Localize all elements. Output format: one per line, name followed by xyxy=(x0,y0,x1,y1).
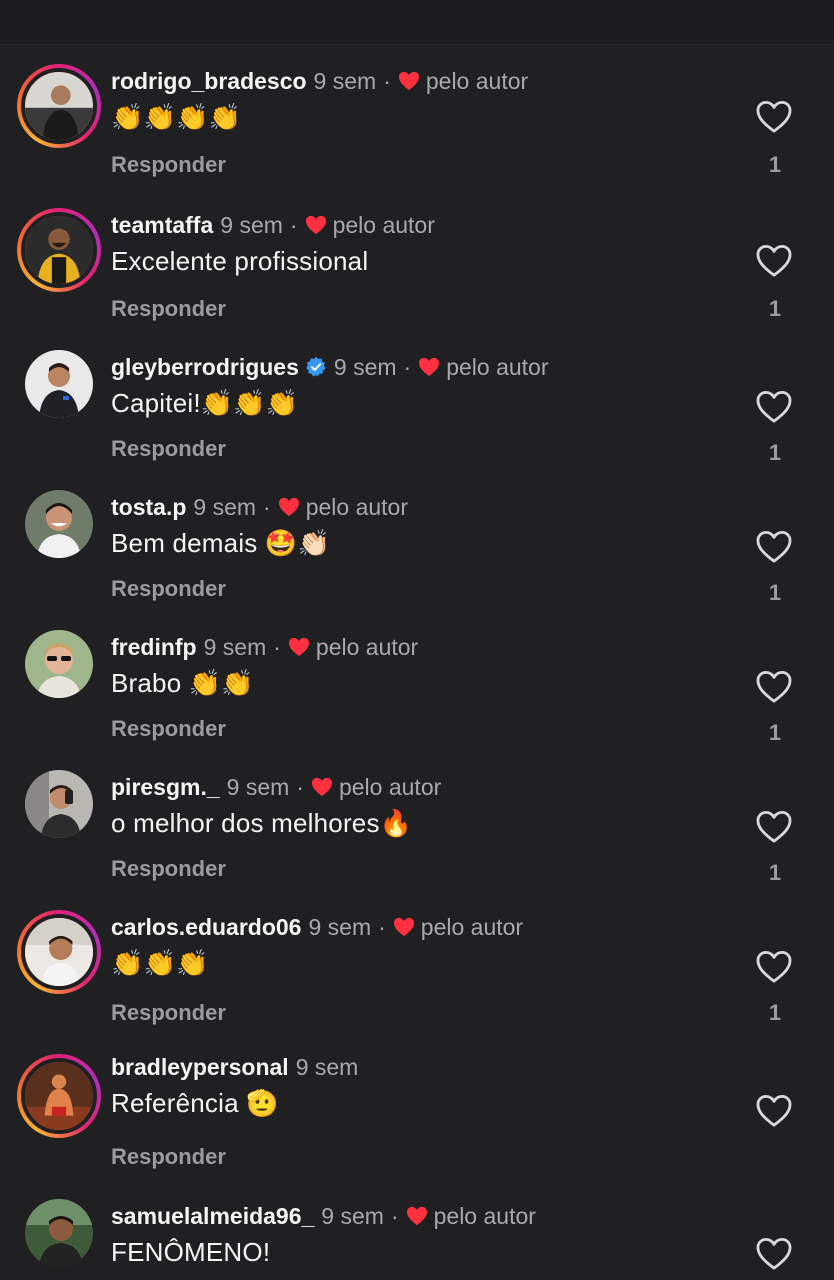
like-count: 1 xyxy=(768,580,782,605)
like-count: 1 xyxy=(768,860,782,885)
reply-button[interactable]: Responder xyxy=(111,576,226,602)
author-heart-icon xyxy=(311,777,332,797)
reply-button[interactable]: Responder xyxy=(111,1000,226,1026)
comment-username[interactable]: teamtaffa xyxy=(111,212,213,239)
avatar xyxy=(21,68,97,144)
reply-button[interactable]: Responder xyxy=(111,856,226,882)
avatar xyxy=(21,212,97,288)
comment-time: 9 sem xyxy=(333,353,397,380)
like-heart-icon[interactable] xyxy=(755,530,793,564)
comment-text: Bem demais 🤩👏🏻 xyxy=(111,528,331,558)
comment-text: Referência 🫡 xyxy=(111,1088,279,1118)
avatar-wrapper[interactable] xyxy=(17,342,101,426)
like-count: 1 xyxy=(768,440,782,465)
reply-button[interactable]: Responder xyxy=(111,296,226,322)
separator-dot: · xyxy=(263,493,271,520)
separator-dot: · xyxy=(403,353,412,380)
separator-dot: · xyxy=(378,913,386,940)
comment-text: FENÔMENO! xyxy=(111,1237,271,1267)
author-heart-icon xyxy=(305,215,326,235)
author-heart-icon xyxy=(419,357,440,377)
avatar-wrapper[interactable] xyxy=(17,1191,101,1275)
liked-by-author-label: pelo autor xyxy=(425,67,529,94)
comment-username[interactable]: gleyberrodrigues xyxy=(111,354,299,381)
reply-button[interactable]: Responder xyxy=(111,716,226,742)
like-count: 1 xyxy=(768,720,782,745)
comment-text: Capitei!👏👏👏 xyxy=(111,388,299,418)
comment-text: 👏👏👏 xyxy=(111,948,209,978)
author-heart-icon xyxy=(406,1206,427,1226)
like-heart-icon[interactable] xyxy=(755,810,793,844)
author-heart-icon xyxy=(393,917,414,937)
comment-time: 9 sem xyxy=(295,1053,359,1080)
like-heart-icon[interactable] xyxy=(755,390,793,424)
comment-time: 9 sem xyxy=(321,1202,384,1229)
avatar xyxy=(21,914,97,990)
like-heart-icon[interactable] xyxy=(755,1237,793,1271)
comment-username[interactable]: samuelalmeida96_ xyxy=(111,1203,314,1230)
liked-by-author-label: pelo autor xyxy=(305,493,409,520)
comment-username[interactable]: rodrigo_bradesco xyxy=(111,68,307,95)
separator-dot: · xyxy=(289,211,298,238)
avatar xyxy=(25,490,93,558)
like-heart-icon[interactable] xyxy=(755,1094,793,1128)
like-count: 1 xyxy=(768,1000,782,1025)
comment-username[interactable]: tosta.p xyxy=(111,494,186,521)
comment-time: 9 sem xyxy=(203,633,267,660)
like-count: 1 xyxy=(768,152,782,177)
author-heart-icon xyxy=(398,71,419,91)
author-heart-icon xyxy=(288,637,309,657)
separator-dot: · xyxy=(383,67,391,94)
avatar xyxy=(25,350,93,418)
comment-username[interactable]: fredinfp xyxy=(111,634,197,661)
verified-badge-icon xyxy=(305,356,326,377)
avatar xyxy=(25,630,93,698)
comment-username[interactable]: piresgm._ xyxy=(111,774,220,801)
reply-button[interactable]: Responder xyxy=(111,1144,226,1170)
avatar-ring[interactable] xyxy=(17,1054,101,1138)
comment-time: 9 sem xyxy=(226,773,290,800)
avatar-ring[interactable] xyxy=(17,910,101,994)
liked-by-author-label: pelo autor xyxy=(433,1202,536,1229)
reply-button[interactable]: Responder xyxy=(111,152,226,178)
comment-time: 9 sem xyxy=(193,493,257,520)
avatar-ring[interactable] xyxy=(17,64,101,148)
comment-time: 9 sem xyxy=(220,211,283,238)
separator-dot: · xyxy=(273,633,281,660)
avatar xyxy=(25,1199,93,1267)
liked-by-author-label: pelo autor xyxy=(332,211,435,238)
like-heart-icon[interactable] xyxy=(755,670,793,704)
comment-text: Excelente profissional xyxy=(111,246,369,276)
like-heart-icon[interactable] xyxy=(755,100,793,134)
liked-by-author-label: pelo autor xyxy=(420,913,524,940)
like-count: 1 xyxy=(768,296,782,321)
separator-dot: · xyxy=(390,1202,399,1229)
comment-time: 9 sem xyxy=(313,67,377,94)
comment-username[interactable]: carlos.eduardo06 xyxy=(111,914,301,941)
separator-dot: · xyxy=(296,773,304,800)
like-heart-icon[interactable] xyxy=(755,244,793,278)
comment-username[interactable]: bradleypersonal xyxy=(111,1054,289,1081)
comment-text: Brabo 👏👏 xyxy=(111,668,254,698)
liked-by-author-label: pelo autor xyxy=(446,353,549,380)
avatar xyxy=(25,770,93,838)
avatar-ring[interactable] xyxy=(17,208,101,292)
author-heart-icon xyxy=(278,497,299,517)
avatar xyxy=(21,1058,97,1134)
comment-text: 👏👏👏👏 xyxy=(111,102,242,132)
top-bar xyxy=(0,0,834,45)
like-heart-icon[interactable] xyxy=(755,950,793,984)
avatar-wrapper[interactable] xyxy=(17,762,101,846)
comment-text: o melhor dos melhores🔥 xyxy=(111,808,413,838)
avatar-wrapper[interactable] xyxy=(17,482,101,566)
comment-time: 9 sem xyxy=(308,913,372,940)
liked-by-author-label: pelo autor xyxy=(315,633,419,660)
reply-button[interactable]: Responder xyxy=(111,436,226,462)
liked-by-author-label: pelo autor xyxy=(338,773,442,800)
avatar-wrapper[interactable] xyxy=(17,622,101,706)
